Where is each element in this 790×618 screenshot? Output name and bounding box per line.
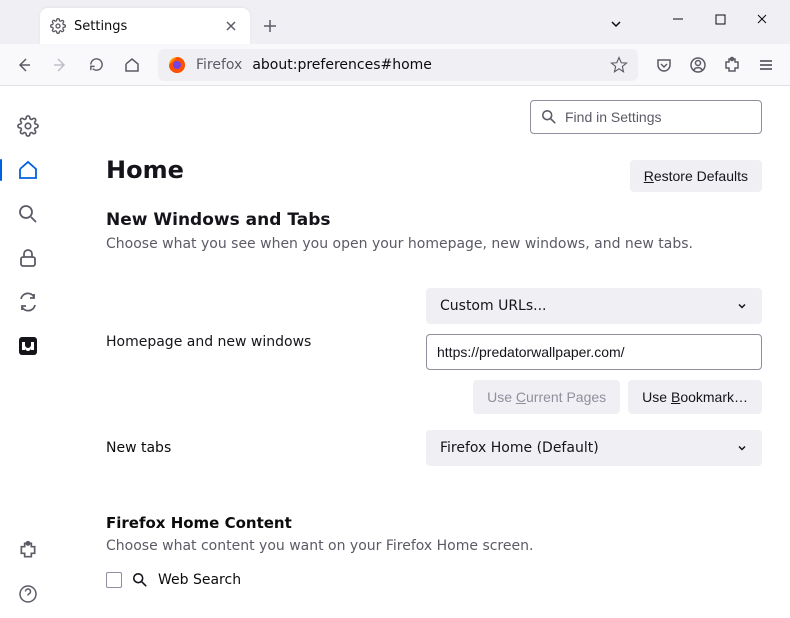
url-value: about:preferences#home bbox=[252, 57, 432, 73]
chevron-down-icon bbox=[736, 300, 748, 312]
window-controls bbox=[658, 4, 782, 34]
chevron-down-icon bbox=[736, 442, 748, 454]
search-icon bbox=[541, 109, 557, 125]
maximize-button[interactable] bbox=[700, 4, 740, 34]
firefox-logo-icon bbox=[168, 56, 186, 74]
back-button[interactable] bbox=[8, 49, 40, 81]
main-panel: Home Restore Defaults New Windows and Ta… bbox=[56, 86, 790, 618]
homepage-select[interactable]: Custom URLs... bbox=[426, 288, 762, 324]
home-content-subtitle: Choose what content you want on your Fir… bbox=[106, 538, 762, 554]
menu-icon[interactable] bbox=[750, 49, 782, 81]
web-search-checkbox[interactable] bbox=[106, 572, 122, 588]
tab-strip: Settings bbox=[0, 0, 790, 44]
tab-settings[interactable]: Settings bbox=[40, 8, 250, 44]
sidebar-item-extensions[interactable] bbox=[8, 530, 48, 570]
sidebar-item-help[interactable] bbox=[8, 574, 48, 614]
homepage-label: Homepage and new windows bbox=[106, 288, 386, 350]
reload-button[interactable] bbox=[80, 49, 112, 81]
pocket-icon[interactable] bbox=[648, 49, 680, 81]
toolbar: Firefox about:preferences#home bbox=[0, 44, 790, 86]
account-icon[interactable] bbox=[682, 49, 714, 81]
close-icon[interactable] bbox=[222, 17, 240, 35]
newtabs-select[interactable]: Firefox Home (Default) bbox=[426, 430, 762, 466]
section-title-new-windows: New Windows and Tabs bbox=[106, 210, 762, 230]
newtabs-label: New tabs bbox=[106, 440, 386, 456]
home-content-title: Firefox Home Content bbox=[106, 514, 762, 532]
use-current-pages-button[interactable]: Use Current Pages bbox=[473, 380, 620, 414]
minimize-button[interactable] bbox=[658, 4, 698, 34]
find-input[interactable] bbox=[565, 109, 751, 125]
sidebar bbox=[0, 86, 56, 618]
close-button[interactable] bbox=[742, 4, 782, 34]
tab-title: Settings bbox=[74, 19, 127, 34]
search-icon bbox=[132, 572, 148, 588]
homepage-select-value: Custom URLs... bbox=[440, 298, 547, 314]
newtabs-select-value: Firefox Home (Default) bbox=[440, 440, 599, 456]
new-tab-button[interactable] bbox=[256, 12, 284, 40]
tabs-dropdown-icon[interactable] bbox=[602, 10, 630, 38]
restore-defaults-button[interactable]: Restore Defaults bbox=[630, 160, 762, 192]
web-search-row[interactable]: Web Search bbox=[106, 572, 762, 588]
sidebar-item-search[interactable] bbox=[8, 194, 48, 234]
home-button[interactable] bbox=[116, 49, 148, 81]
sidebar-item-home[interactable] bbox=[8, 150, 48, 190]
sidebar-item-more[interactable] bbox=[8, 326, 48, 366]
forward-button[interactable] bbox=[44, 49, 76, 81]
web-search-label: Web Search bbox=[158, 572, 241, 588]
sidebar-item-sync[interactable] bbox=[8, 282, 48, 322]
sidebar-item-general[interactable] bbox=[8, 106, 48, 146]
extensions-icon[interactable] bbox=[716, 49, 748, 81]
gear-icon bbox=[50, 18, 66, 34]
bookmark-star-icon[interactable] bbox=[610, 56, 628, 74]
section-subtitle-new-windows: Choose what you see when you open your h… bbox=[106, 236, 762, 252]
url-brand: Firefox bbox=[196, 57, 242, 73]
sidebar-item-privacy[interactable] bbox=[8, 238, 48, 278]
use-bookmark-button[interactable]: Use Bookmark… bbox=[628, 380, 762, 414]
content: Home Restore Defaults New Windows and Ta… bbox=[0, 86, 790, 618]
find-settings[interactable] bbox=[530, 100, 762, 134]
url-bar[interactable]: Firefox about:preferences#home bbox=[158, 49, 638, 81]
homepage-url-input[interactable] bbox=[426, 334, 762, 370]
